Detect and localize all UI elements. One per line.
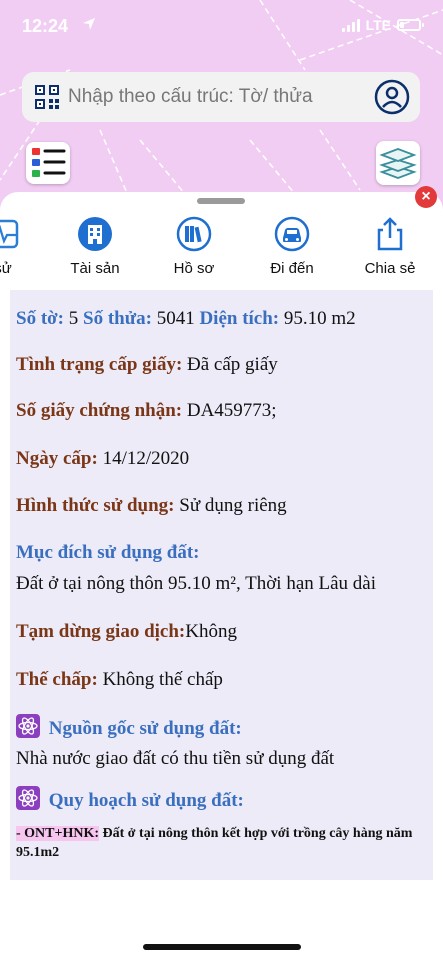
tab-assets-label: Tài sản (70, 260, 120, 277)
planning-zone-tag: - ONT+HNK: (16, 826, 100, 841)
status-time: 12:24 (22, 16, 69, 36)
parcel-number-value: 5041 (156, 308, 195, 329)
certificate-number-value: DA459773; (186, 400, 277, 421)
transaction-hold-label: Tạm dừng giao dịch: (16, 621, 186, 642)
mortgage-value: Không thế chấp (102, 669, 223, 690)
search-bar[interactable] (22, 72, 420, 122)
tab-assets[interactable]: Tài sản (50, 212, 140, 277)
layers-icon (379, 148, 417, 179)
home-indicator[interactable] (143, 944, 301, 950)
share-icon (377, 217, 403, 251)
pulse-icon (0, 219, 19, 249)
search-input[interactable] (68, 86, 358, 108)
land-planning-label-row: Quy hoạch sử dụng đất: (16, 786, 244, 812)
issue-date-row: Ngày cấp: 14/12/2020 (16, 448, 189, 470)
area-label: Diện tích: (199, 308, 280, 329)
battery-icon (397, 19, 424, 31)
land-origin-value: Nhà nước giao đất có thu tiền sử dụng đấ… (16, 748, 335, 769)
certificate-number-row: Số giấy chứng nhận: DA459773; (16, 400, 277, 422)
land-origin-label-row: Nguồn gốc sử dụng đất: (16, 714, 242, 740)
tab-history-label: sử (0, 260, 12, 277)
area-value: 95.10 m2 (283, 308, 356, 329)
sheet-number-label: Số tờ: (16, 308, 64, 329)
certificate-status-row: Tình trạng cấp giấy: Đã cấp giấy (16, 354, 278, 376)
land-origin-label: Nguồn gốc sử dụng đất: (48, 718, 242, 739)
mortgage-row: Thế chấp: Không thế chấp (16, 669, 223, 691)
sheet-number-value: 5 (68, 308, 79, 329)
tab-records-label: Hồ sơ (173, 260, 215, 277)
parcel-detail-sheet: × sử Tài sản (0, 186, 443, 960)
status-bar: 12:24 LTE (0, 0, 443, 52)
tab-navigate-label: Đi đến (270, 260, 314, 277)
certificate-status-label: Tình trạng cấp giấy: (16, 354, 183, 375)
mortgage-label: Thế chấp: (16, 669, 98, 690)
car-icon (274, 216, 310, 252)
books-icon (176, 216, 212, 252)
land-purpose-label: Mục đích sử dụng đất: (16, 542, 200, 563)
land-planning-detail: - ONT+HNK: Đất ở tại nông thôn kết hợp v… (16, 824, 426, 862)
tab-share[interactable]: Chia sẻ (345, 212, 435, 277)
parcel-identity-row: Số tờ: 5 Số thửa: 5041 Diện tích: 95.10 … (16, 308, 356, 330)
tab-history[interactable]: sử (0, 212, 48, 277)
issue-date-label: Ngày cấp: (16, 448, 98, 469)
layers-button[interactable] (376, 141, 420, 185)
list-legend-icon (32, 148, 66, 177)
tab-navigate[interactable]: Đi đến (247, 212, 337, 277)
sheet-drag-handle[interactable] (197, 198, 245, 204)
usage-form-label: Hình thức sử dụng: (16, 495, 175, 516)
building-icon (78, 217, 112, 251)
usage-form-row: Hình thức sử dụng: Sử dụng riêng (16, 495, 287, 517)
parcel-number-label: Số thửa: (83, 308, 152, 329)
network-label: LTE (365, 17, 391, 33)
tab-records[interactable]: Hồ sơ (149, 212, 239, 277)
user-profile-icon[interactable] (374, 79, 410, 115)
certificate-status-value: Đã cấp giấy (187, 354, 278, 375)
tab-share-label: Chia sẻ (364, 260, 416, 277)
action-toolbar: sử Tài sản Hồ sơ (0, 212, 443, 282)
usage-form-value: Sử dụng riêng (179, 495, 287, 516)
parcel-info-panel: Số tờ: 5 Số thửa: 5041 Diện tích: 95.10 … (10, 290, 433, 880)
atom-icon (16, 786, 40, 810)
land-purpose-value: Đất ở tại nông thôn 95.10 m², Thời hạn L… (16, 573, 376, 594)
signal-icon (341, 18, 360, 32)
legend-menu-button[interactable] (26, 142, 70, 184)
certificate-number-label: Số giấy chứng nhận: (16, 400, 183, 421)
land-planning-label: Quy hoạch sử dụng đất: (48, 790, 244, 811)
atom-icon (16, 714, 40, 738)
location-arrow-icon (83, 18, 95, 30)
issue-date-value: 14/12/2020 (102, 448, 190, 469)
qr-code-icon[interactable] (34, 84, 60, 110)
transaction-hold-value: Không (185, 621, 237, 642)
land-purpose-label-row: Mục đích sử dụng đất: (16, 542, 200, 564)
transaction-hold-row: Tạm dừng giao dịch:Không (16, 621, 237, 643)
close-button[interactable]: × (415, 186, 437, 208)
